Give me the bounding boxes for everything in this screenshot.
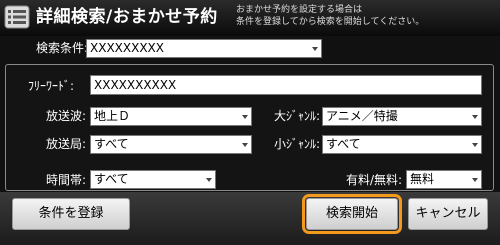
time-value: すべて bbox=[94, 172, 129, 186]
fee-select[interactable]: 無料 bbox=[406, 170, 482, 189]
instruction-text: おまかせ予約を設定する場合は 条件を登録してから検索を開始してください。 bbox=[236, 4, 424, 28]
instruction-line-2: 条件を登録してから検索を開始してください。 bbox=[236, 17, 425, 27]
fee-value: 無料 bbox=[410, 172, 435, 186]
instruction-line-1: おまかせ予約を設定する場合は bbox=[236, 5, 363, 15]
search-condition-select[interactable]: XXXXXXXXX bbox=[86, 39, 322, 58]
broadcast-wave-select[interactable]: 地上Ｄ bbox=[90, 107, 252, 126]
chevron-down-icon bbox=[242, 143, 248, 147]
free-word-label: ﾌﾘｰﾜｰﾄﾞ: bbox=[28, 79, 75, 93]
station-label: 放送局: bbox=[46, 137, 87, 151]
minor-genre-label: 小ｼﾞｬﾝﾙ: bbox=[274, 137, 321, 151]
page-title: 詳細検索/おまかせ予約 bbox=[36, 7, 218, 27]
broadcast-wave-value: 地上Ｄ bbox=[94, 109, 131, 123]
station-value: すべて bbox=[94, 137, 129, 151]
chevron-down-icon bbox=[242, 115, 248, 119]
minor-genre-value: すべて bbox=[326, 137, 361, 151]
start-search-button[interactable]: 検索開始 bbox=[302, 194, 402, 234]
chevron-down-icon bbox=[472, 115, 478, 119]
station-select[interactable]: すべて bbox=[90, 135, 252, 154]
search-condition-value: XXXXXXXXX bbox=[90, 41, 164, 55]
chevron-down-icon bbox=[206, 178, 212, 182]
broadcast-wave-label: 放送波: bbox=[46, 109, 87, 123]
cancel-button[interactable]: キャンセル bbox=[408, 198, 488, 230]
chevron-down-icon bbox=[472, 143, 478, 147]
fee-label: 有料/無料: bbox=[346, 173, 403, 187]
major-genre-value: アニメ／特撮 bbox=[326, 109, 398, 123]
title-bar: 詳細検索/おまかせ予約 おまかせ予約を設定する場合は 条件を登録してから検索を開… bbox=[0, 0, 500, 36]
time-select[interactable]: すべて bbox=[90, 170, 216, 189]
search-condition-label: 検索条件: bbox=[36, 41, 89, 55]
major-genre-label: 大ｼﾞｬﾝﾙ: bbox=[274, 109, 321, 123]
major-genre-select[interactable]: アニメ／特撮 bbox=[322, 107, 482, 126]
chevron-down-icon bbox=[472, 178, 478, 182]
search-list-icon bbox=[4, 5, 30, 29]
time-label: 時間帯: bbox=[46, 173, 87, 187]
minor-genre-select[interactable]: すべて bbox=[322, 135, 482, 154]
free-word-input[interactable]: XXXXXXXXXX bbox=[90, 75, 482, 95]
chevron-down-icon bbox=[312, 47, 318, 51]
register-condition-button[interactable]: 条件を登録 bbox=[12, 198, 130, 230]
